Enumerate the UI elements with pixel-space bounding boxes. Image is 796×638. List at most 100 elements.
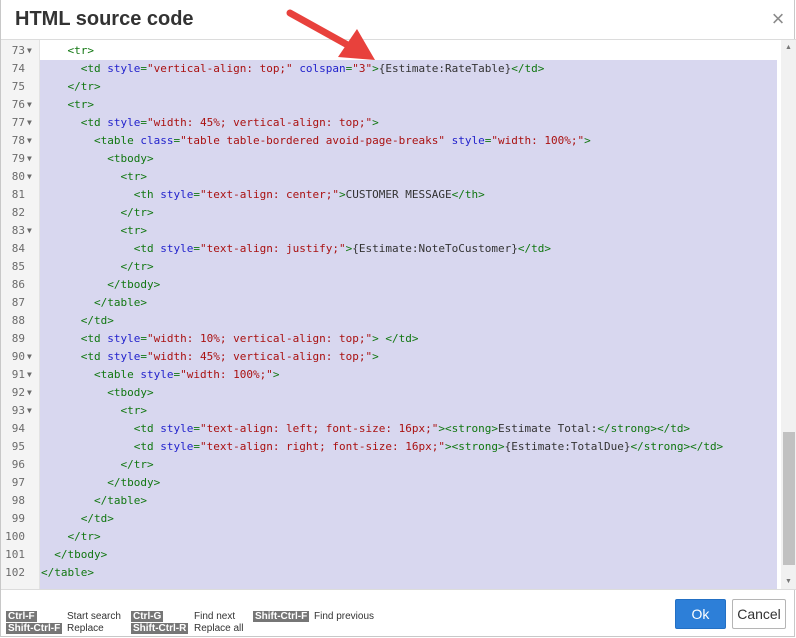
line-number: 87	[11, 296, 25, 309]
fold-toggle-icon[interactable]: ▼	[27, 42, 32, 60]
fold-toggle-icon[interactable]: ▼	[27, 150, 32, 168]
html-source-dialog: HTML source code × 73 ▼ <tr> 74 <td style=…	[0, 0, 796, 637]
code-line[interactable]: 92 ▼ <tbody>	[1, 384, 781, 402]
code-token: <td	[41, 332, 108, 345]
close-icon[interactable]: ×	[768, 8, 788, 30]
code-token: </tr>	[41, 530, 101, 543]
scroll-up-icon[interactable]: ▲	[781, 40, 796, 55]
code-token: "width: 100%;"	[180, 368, 273, 381]
code-line[interactable]: 86 </tbody>	[1, 276, 781, 294]
line-number: 91	[11, 368, 25, 381]
scrollbar-thumb[interactable]	[783, 432, 795, 565]
code-line[interactable]: 74 <td style="vertical-align: top;" cols…	[1, 60, 781, 78]
line-number: 102	[5, 566, 25, 579]
line-number: 89	[11, 332, 25, 345]
code-token: <tr>	[41, 404, 147, 417]
line-number: 84	[11, 242, 25, 255]
line-number: 86	[11, 278, 25, 291]
code-token: style	[160, 242, 194, 255]
fold-toggle-icon[interactable]: ▼	[27, 366, 32, 384]
code-line[interactable]: 95 <td style="text-align: right; font-si…	[1, 438, 781, 456]
fold-toggle-icon[interactable]: ▼	[27, 96, 32, 114]
code-text: </td>	[41, 312, 114, 330]
code-token: "text-align: justify;"	[199, 242, 346, 255]
code-line[interactable]: 76 ▼ <tr>	[1, 96, 781, 114]
code-token: "text-align: left; font-size: 16px;"	[199, 422, 439, 435]
code-token: {Estimate:TotalDue}	[504, 440, 631, 453]
code-token: style	[160, 188, 194, 201]
code-line[interactable]: 93 ▼ <tr>	[1, 402, 781, 420]
code-line[interactable]: 91 ▼ <table style="width: 100%;">	[1, 366, 781, 384]
fold-toggle-icon[interactable]: ▼	[27, 402, 32, 420]
ok-button[interactable]: Ok	[675, 599, 726, 629]
code-token: >	[372, 62, 379, 75]
code-line[interactable]: 87 </table>	[1, 294, 781, 312]
fold-toggle-icon[interactable]: ▼	[27, 132, 32, 150]
fold-toggle-icon[interactable]: ▼	[27, 384, 32, 402]
code-line[interactable]: 75 </tr>	[1, 78, 781, 96]
code-editor[interactable]: 73 ▼ <tr> 74 <td style="vertical-align: to…	[1, 39, 796, 590]
line-number: 76	[11, 98, 25, 111]
code-token: <td	[41, 62, 108, 75]
code-line[interactable]: 83 ▼ <tr>	[1, 222, 781, 240]
code-token: "text-align: right; font-size: 16px;"	[199, 440, 446, 453]
code-line[interactable]: 102 </table>	[1, 564, 781, 582]
code-line[interactable]: 100 </tr>	[1, 528, 781, 546]
line-number: 98	[11, 494, 25, 507]
fold-toggle-icon[interactable]: ▼	[27, 348, 32, 366]
code-line[interactable]: 80 ▼ <tr>	[1, 168, 781, 186]
code-line[interactable]: 89 <td style="width: 10%; vertical-align…	[1, 330, 781, 348]
code-line[interactable]: 88 </td>	[1, 312, 781, 330]
code-token: "width: 10%; vertical-align: top;"	[146, 332, 373, 345]
code-line[interactable]: 81 <th style="text-align: center;">CUSTO…	[1, 186, 781, 204]
fold-toggle-icon[interactable]: ▼	[27, 222, 32, 240]
code-token: </strong></td>	[630, 440, 724, 453]
code-token: >	[272, 368, 280, 381]
code-token: "width: 45%; vertical-align: top;"	[146, 350, 373, 363]
code-token: <tr>	[41, 44, 94, 57]
code-token: colspan	[299, 62, 346, 75]
code-line[interactable]: 101 </tbody>	[1, 546, 781, 564]
code-token: Estimate Total:	[498, 422, 598, 435]
code-line[interactable]: 79 ▼ <tbody>	[1, 150, 781, 168]
code-token: <strong>	[451, 440, 505, 453]
code-token: "table table-bordered avoid-page-breaks"	[180, 134, 445, 147]
fold-toggle-icon[interactable]: ▼	[27, 114, 32, 132]
code-line[interactable]: 99 </td>	[1, 510, 781, 528]
line-number: 99	[11, 512, 25, 525]
code-token: </strong></td>	[597, 422, 691, 435]
code-line[interactable]: 97 </tbody>	[1, 474, 781, 492]
code-line[interactable]: 82 </tr>	[1, 204, 781, 222]
code-text: </tbody>	[41, 546, 107, 564]
code-token: =	[193, 242, 200, 255]
cancel-button[interactable]: Cancel	[732, 599, 786, 629]
line-number: 77	[11, 116, 25, 129]
code-text: </tr>	[41, 258, 153, 276]
code-text: <td style="width: 45%; vertical-align: t…	[41, 114, 379, 132]
code-token: >	[445, 440, 452, 453]
line-number: 92	[11, 386, 25, 399]
code-line[interactable]: 90 ▼ <td style="width: 45%; vertical-alig…	[1, 348, 781, 366]
code-line[interactable]: 85 </tr>	[1, 258, 781, 276]
code-line[interactable]: 94 <td style="text-align: left; font-siz…	[1, 420, 781, 438]
code-line[interactable]: 84 <td style="text-align: justify;">{Est…	[1, 240, 781, 258]
code-text: <tr>	[41, 222, 147, 240]
code-line[interactable]: 96 </tr>	[1, 456, 781, 474]
code-text: </tr>	[41, 528, 101, 546]
code-line[interactable]: 78 ▼ <table class="table table-bordered a…	[1, 132, 781, 150]
scroll-down-icon[interactable]: ▼	[781, 574, 796, 589]
code-line[interactable]: 77 ▼ <td style="width: 45%; vertical-alig…	[1, 114, 781, 132]
line-number: 88	[11, 314, 25, 327]
code-line[interactable]: 73 ▼ <tr>	[1, 42, 781, 60]
code-text: <td style="vertical-align: top;" colspan…	[41, 60, 545, 78]
code-text: <tbody>	[41, 384, 153, 402]
line-number: 75	[11, 80, 25, 93]
code-line[interactable]: 98 </table>	[1, 492, 781, 510]
shortcut-label-start-search: Start search	[67, 611, 121, 622]
code-token: </tbody>	[41, 548, 108, 561]
shortcut-key-replace-all: Shift-Ctrl-R	[131, 623, 189, 634]
code-token: > </td>	[372, 332, 419, 345]
fold-toggle-icon[interactable]: ▼	[27, 168, 32, 186]
code-token: class	[140, 134, 174, 147]
